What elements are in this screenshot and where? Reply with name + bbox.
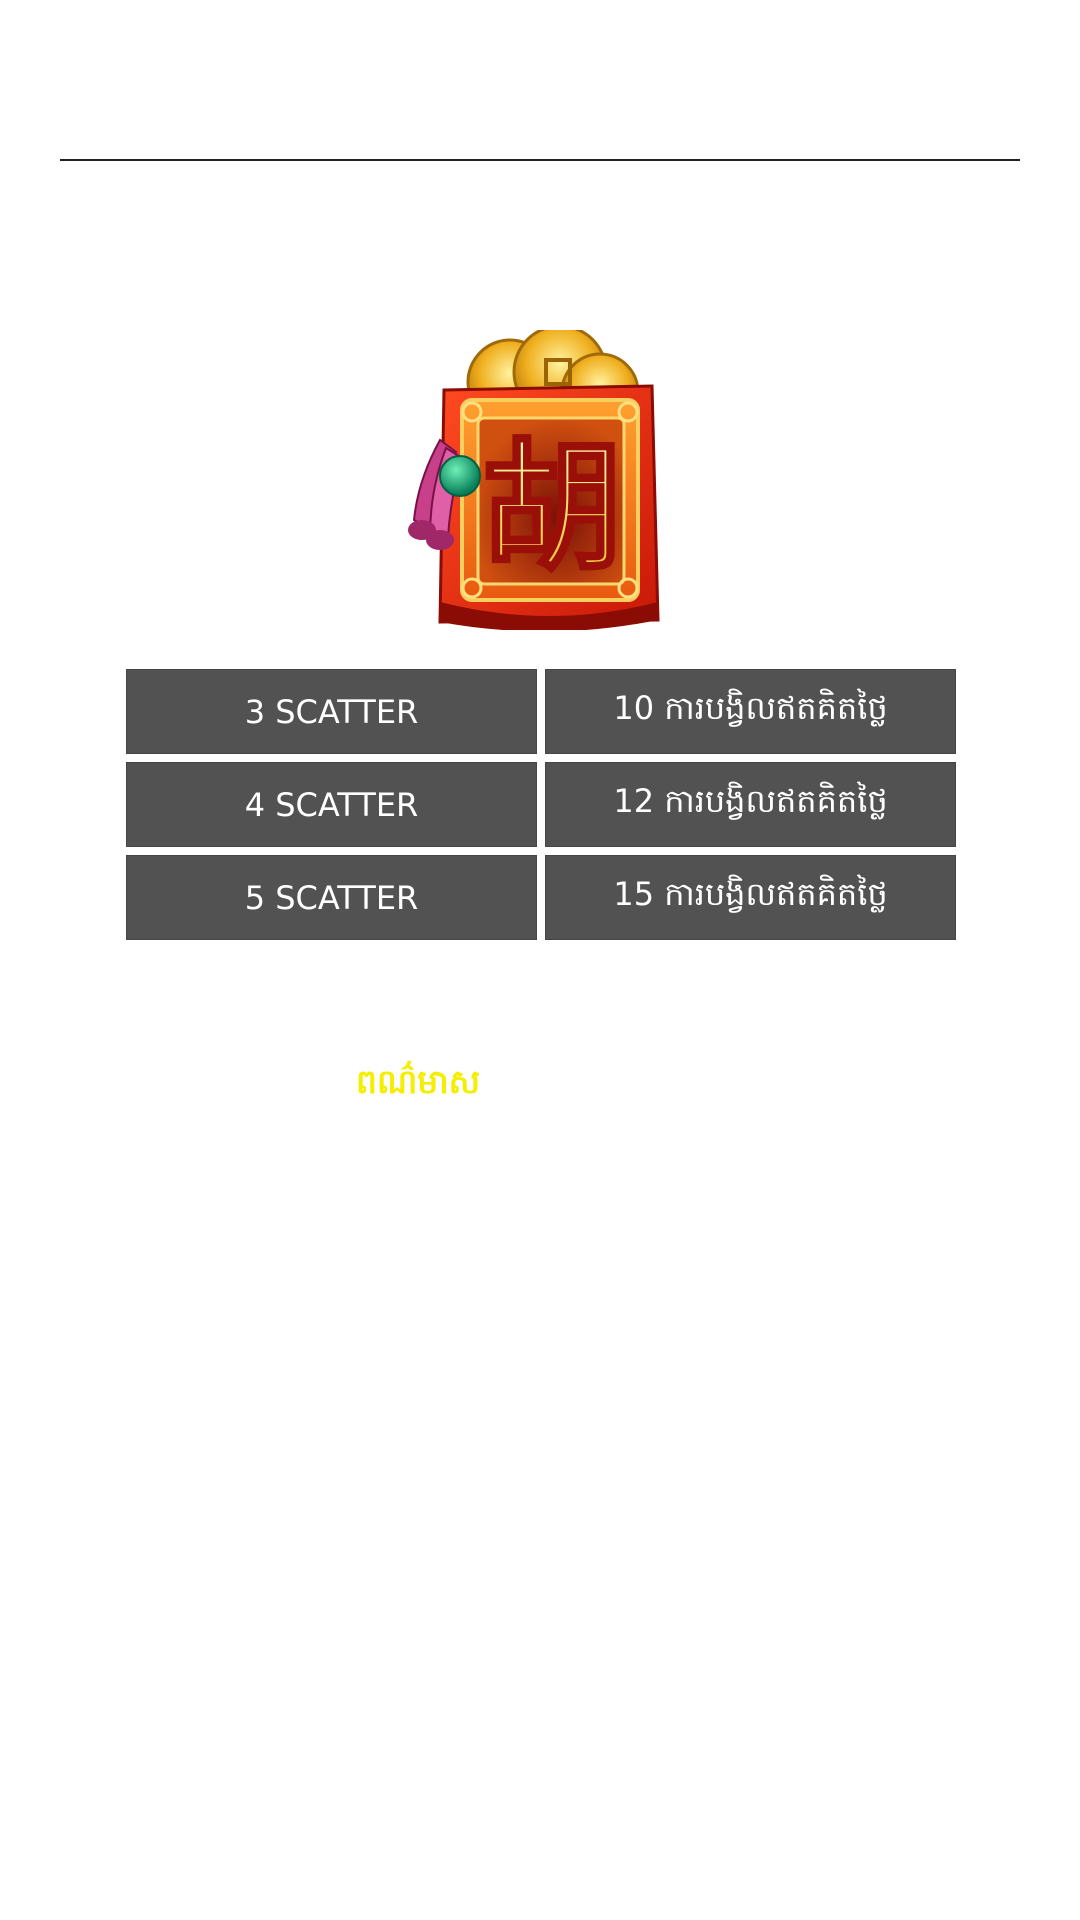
scatter-count-cell: 4 SCATTER: [126, 762, 537, 847]
golden-feature-label: ពណ៌មាស: [356, 1062, 481, 1101]
red-envelope-scatter-icon: 胡: [400, 330, 680, 630]
free-spins-award-cell: 12 ការបង្វិលឥតគិតថ្លៃ: [545, 762, 956, 847]
free-spins-award-cell: 15 ការបង្វិលឥតគិតថ្លៃ: [545, 855, 956, 940]
svg-text:胡: 胡: [482, 427, 622, 590]
free-spins-award-cell: 10 ការបង្វិលឥតគិតថ្លៃ: [545, 669, 956, 754]
scatter-paytable: 3 SCATTER 10 ការបង្វិលឥតគិតថ្លៃ 4 SCATTE…: [126, 669, 956, 948]
paytable-row: 3 SCATTER 10 ការបង្វិលឥតគិតថ្លៃ: [126, 669, 956, 754]
scatter-count-cell: 5 SCATTER: [126, 855, 537, 940]
paytable-row: 4 SCATTER 12 ការបង្វិលឥតគិតថ្លៃ: [126, 762, 956, 847]
header-divider: [60, 159, 1020, 161]
scatter-count-cell: 3 SCATTER: [126, 669, 537, 754]
paytable-row: 5 SCATTER 15 ការបង្វិលឥតគិតថ្លៃ: [126, 855, 956, 940]
